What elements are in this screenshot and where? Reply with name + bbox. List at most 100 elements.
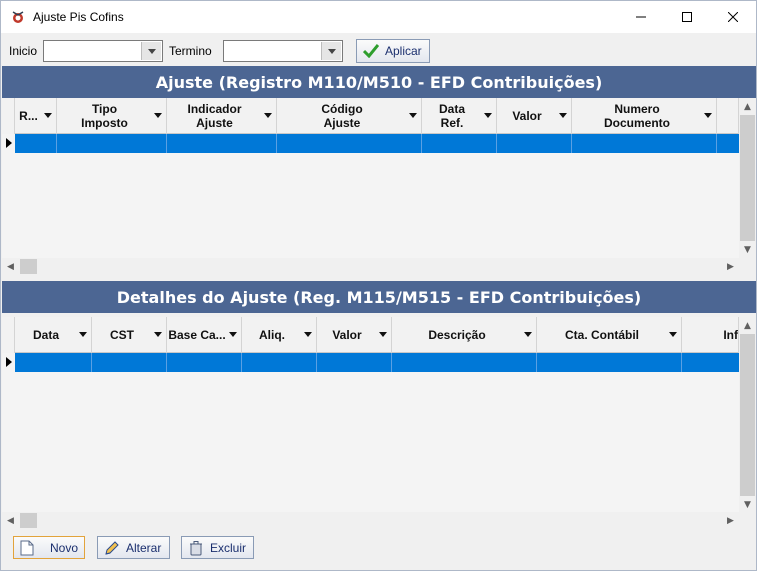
scroll-right-icon[interactable]: ▶ bbox=[722, 258, 739, 275]
col-header-data-ref[interactable]: Data Ref. bbox=[422, 98, 497, 134]
col-header-tipo-imposto[interactable]: Tipo Imposto bbox=[57, 98, 167, 134]
col-header-r[interactable]: R... bbox=[15, 98, 57, 134]
table-cell[interactable] bbox=[15, 134, 57, 153]
app-icon bbox=[12, 11, 24, 23]
col-header-data-line1: Data bbox=[438, 102, 465, 116]
col-header-data[interactable]: Data bbox=[15, 317, 92, 353]
chevron-down-icon bbox=[264, 113, 272, 118]
termino-date-combo[interactable] bbox=[223, 40, 343, 62]
chevron-down-icon bbox=[304, 332, 312, 337]
termino-label: Termino bbox=[169, 44, 212, 58]
col-header-descricao[interactable]: Descrição bbox=[392, 317, 537, 353]
chevron-down-icon bbox=[704, 113, 712, 118]
scroll-left-icon[interactable]: ◀ bbox=[2, 512, 19, 529]
table-cell[interactable] bbox=[317, 353, 392, 372]
col-header-inf-label: Inf bbox=[723, 328, 738, 342]
col-header-valor[interactable]: Valor bbox=[317, 317, 392, 353]
col-header-indicador-ajuste[interactable]: Indicador Ajuste bbox=[167, 98, 277, 134]
ajuste-grid-header: R... Tipo Imposto Indicador Ajuste Código A… bbox=[2, 98, 756, 134]
title-bar: Ajuste Pis Cofins bbox=[1, 1, 756, 33]
col-header-data-line2: Ref. bbox=[440, 116, 464, 130]
col-header-numero-documento[interactable]: Numero Documento bbox=[572, 98, 717, 134]
chevron-down-icon bbox=[154, 113, 162, 118]
detalhes-horizontal-scrollbar[interactable]: ◀ ▶ bbox=[2, 512, 756, 529]
col-header-cta-contabil[interactable]: Cta. Contábil bbox=[537, 317, 682, 353]
col-header-valor-label: Valor bbox=[332, 328, 362, 342]
maximize-button[interactable] bbox=[664, 1, 710, 33]
ajuste-section-header: Ajuste (Registro M110/M510 - EFD Contrib… bbox=[2, 66, 756, 98]
detalhes-vertical-scrollbar[interactable]: ▲ ▼ bbox=[739, 317, 756, 513]
table-cell[interactable] bbox=[422, 134, 497, 153]
scroll-thumb[interactable] bbox=[740, 115, 755, 241]
col-header-base-calculo[interactable]: Base Ca... bbox=[167, 317, 242, 353]
minimize-icon bbox=[636, 16, 646, 18]
table-cell[interactable] bbox=[15, 353, 92, 372]
chevron-down-icon bbox=[327, 48, 336, 54]
table-row[interactable] bbox=[15, 134, 739, 153]
chevron-down-icon bbox=[524, 332, 532, 337]
inicio-date-combo[interactable] bbox=[43, 40, 163, 62]
current-row-pointer-icon bbox=[6, 357, 12, 367]
current-row-pointer-icon bbox=[6, 138, 12, 148]
table-cell[interactable] bbox=[277, 134, 422, 153]
alterar-label: Alterar bbox=[126, 540, 162, 555]
scroll-left-icon[interactable]: ◀ bbox=[2, 258, 19, 275]
scroll-thumb[interactable] bbox=[20, 259, 37, 274]
ajuste-vertical-scrollbar[interactable]: ▲ ▼ bbox=[739, 98, 756, 258]
inicio-dropdown-button[interactable] bbox=[141, 42, 161, 60]
filter-bar: Inicio Termino Aplicar bbox=[1, 33, 756, 66]
inicio-label: Inicio bbox=[9, 44, 38, 58]
scroll-down-icon[interactable]: ▼ bbox=[739, 496, 756, 513]
table-cell[interactable] bbox=[572, 134, 717, 153]
novo-button[interactable]: Novo bbox=[13, 536, 85, 559]
table-cell[interactable] bbox=[167, 134, 277, 153]
table-cell[interactable] bbox=[167, 353, 242, 372]
col-header-tipo-line1: Tipo bbox=[91, 102, 118, 116]
col-header-valor[interactable]: Valor bbox=[497, 98, 572, 134]
scroll-up-icon[interactable]: ▲ bbox=[739, 317, 756, 334]
col-header-cst[interactable]: CST bbox=[92, 317, 167, 353]
termino-dropdown-button[interactable] bbox=[321, 42, 341, 60]
excluir-label: Excluir bbox=[210, 540, 247, 555]
table-cell[interactable] bbox=[92, 353, 167, 372]
detalhes-section-header: Detalhes do Ajuste (Reg. M115/M515 - EFD… bbox=[2, 281, 756, 313]
table-cell[interactable] bbox=[242, 353, 317, 372]
col-header-inf[interactable]: Inf bbox=[682, 317, 739, 353]
scroll-right-icon[interactable]: ▶ bbox=[722, 512, 739, 529]
chevron-down-icon bbox=[44, 113, 52, 118]
ajuste-grid[interactable]: R... Tipo Imposto Indicador Ajuste Código A… bbox=[2, 98, 756, 275]
alterar-button[interactable]: Alterar bbox=[97, 536, 170, 559]
col-header-r-label: R... bbox=[19, 109, 38, 123]
excluir-button[interactable]: Excluir bbox=[181, 536, 254, 559]
chevron-down-icon bbox=[147, 48, 156, 54]
minimize-button[interactable] bbox=[618, 1, 664, 33]
table-cell[interactable] bbox=[537, 353, 682, 372]
col-header-aliq[interactable]: Aliq. bbox=[242, 317, 317, 353]
scroll-up-icon[interactable]: ▲ bbox=[739, 98, 756, 115]
ajuste-horizontal-scrollbar[interactable]: ◀ ▶ bbox=[2, 258, 756, 275]
detalhes-grid[interactable]: Data CST Base Ca... Aliq. Valor Descriçã… bbox=[2, 317, 756, 529]
col-header-indicador-line1: Indicador bbox=[187, 102, 242, 116]
table-row[interactable] bbox=[15, 353, 739, 372]
ajuste-section-title: Ajuste (Registro M110/M510 - EFD Contrib… bbox=[155, 72, 603, 92]
maximize-icon bbox=[682, 12, 692, 22]
header-indicator bbox=[2, 317, 15, 353]
scroll-thumb[interactable] bbox=[20, 513, 37, 528]
col-header-more[interactable] bbox=[717, 98, 739, 134]
col-header-codigo-ajuste[interactable]: Código Ajuste bbox=[277, 98, 422, 134]
aplicar-label: Aplicar bbox=[385, 44, 422, 58]
col-header-descricao-label: Descrição bbox=[428, 328, 486, 342]
col-header-indicador-line2: Ajuste bbox=[196, 116, 233, 130]
col-header-cta-label: Cta. Contábil bbox=[565, 328, 639, 342]
table-cell[interactable] bbox=[497, 134, 572, 153]
scroll-thumb[interactable] bbox=[740, 334, 755, 496]
col-header-numero-line2: Documento bbox=[604, 116, 670, 130]
chevron-down-icon bbox=[484, 113, 492, 118]
close-button[interactable] bbox=[710, 1, 756, 33]
scroll-down-icon[interactable]: ▼ bbox=[739, 241, 756, 258]
chevron-down-icon bbox=[669, 332, 677, 337]
chevron-down-icon bbox=[154, 332, 162, 337]
table-cell[interactable] bbox=[57, 134, 167, 153]
table-cell[interactable] bbox=[392, 353, 537, 372]
aplicar-button[interactable]: Aplicar bbox=[356, 39, 430, 63]
